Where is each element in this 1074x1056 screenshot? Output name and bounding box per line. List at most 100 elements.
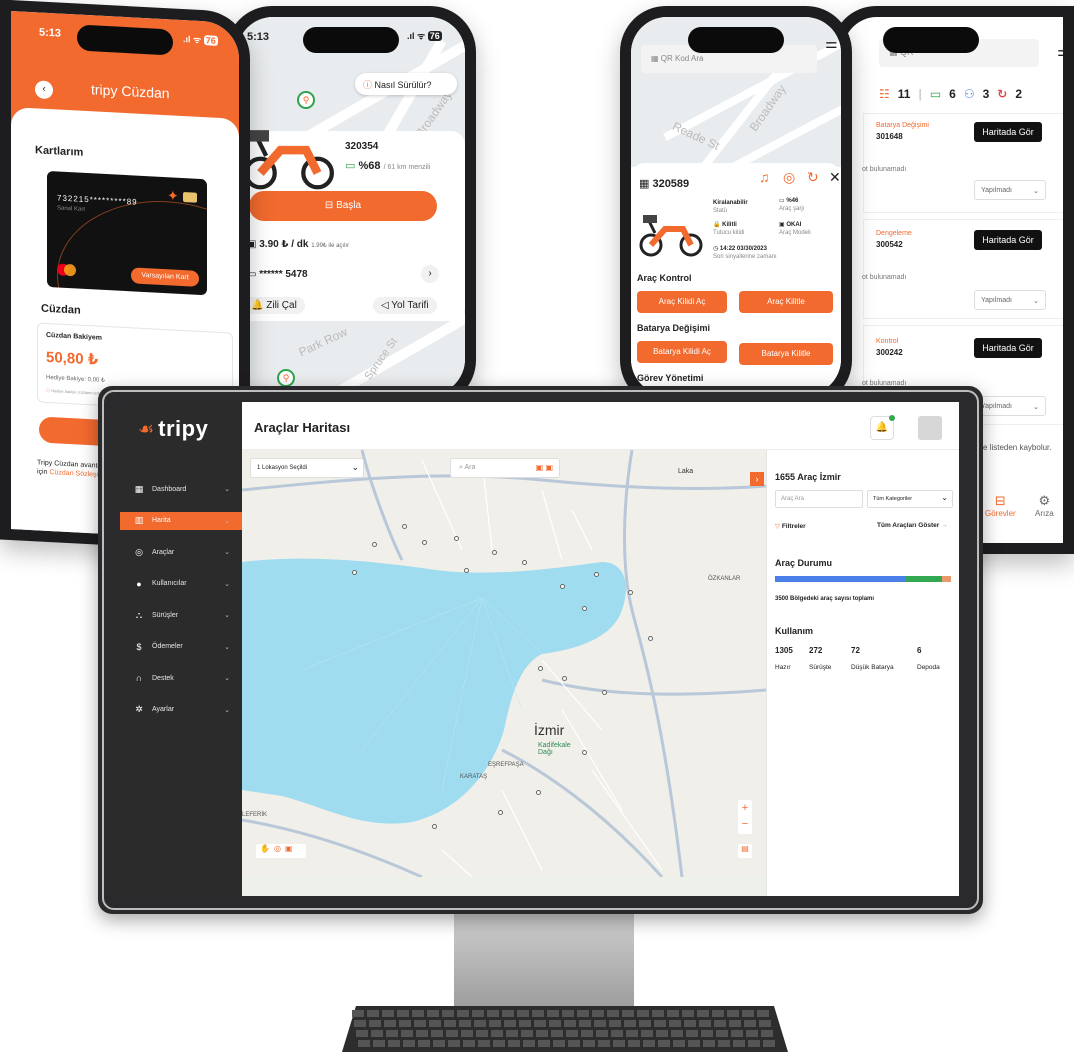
sidebar-item-sürüşler[interactable]: ⛬ Sürüşler ⌄ [120, 606, 242, 624]
vehicle-pin[interactable] [562, 676, 567, 681]
sidebar-item-destek[interactable]: ∩ Destek ⌄ [120, 669, 242, 687]
vehicle-pin[interactable] [464, 568, 469, 573]
keyboard-key [566, 1030, 578, 1037]
vehicle-pin[interactable] [582, 606, 587, 611]
tab-tasks[interactable]: ⊟ Görevler [985, 493, 1016, 518]
keyboard-key [519, 1020, 531, 1027]
map-search-input[interactable]: ⌕ Ara ▣ ▣ [450, 458, 560, 478]
keyboard-key [386, 1030, 398, 1037]
chevron-down-icon: ⌄ [224, 643, 230, 651]
task-status-select[interactable]: Yapılmadı ⌄ [974, 290, 1046, 310]
location-select[interactable]: 1 Lokasyon Seçildi ⌄ [250, 458, 364, 478]
keyboard-key [367, 1010, 379, 1017]
vehicle-pin[interactable] [538, 666, 543, 671]
close-icon[interactable]: ✕ [829, 169, 841, 186]
keyboard-key [549, 1020, 561, 1027]
vehicle-pin[interactable] [402, 524, 407, 529]
keyboard-key [508, 1040, 520, 1047]
task-status-select[interactable]: Yapılmadı ⌄ [974, 180, 1046, 200]
scooter-pin-icon: ⚲ [297, 91, 315, 109]
vehicle-pin[interactable] [536, 790, 541, 795]
keyboard-key [521, 1030, 533, 1037]
filter-icon: ▽ [775, 523, 780, 530]
chevron-down-icon: ⌄ [224, 486, 230, 493]
vehicle-pin[interactable] [454, 536, 459, 541]
keyboard-key [416, 1030, 428, 1037]
vehicle-pin[interactable] [352, 570, 357, 575]
keyboard-key [506, 1030, 518, 1037]
keyboard-key [412, 1010, 424, 1017]
lock-vehicle-button[interactable]: Araç Kilitle [739, 291, 833, 313]
refresh-icon[interactable]: ↻ [807, 169, 819, 186]
collapse-panel-button[interactable]: › [750, 472, 764, 486]
vehicle-pin[interactable] [492, 550, 497, 555]
task-status-select[interactable]: Yapılmadı ⌄ [974, 396, 1046, 416]
arrow-right-icon: → [941, 522, 948, 529]
bell-icon[interactable]: ♫ [759, 169, 770, 185]
keyboard-key [761, 1030, 773, 1037]
chevron-down-icon: ⌄ [224, 549, 230, 556]
keyboard-key [688, 1040, 700, 1047]
filters-button[interactable]: ▽ Filtreler [775, 522, 806, 530]
admin-app: ☙ tripy ▦ Dashboard ⌄ ▥ Harita ⌄ ◎ Araçlar ⌄ ● Kul… [120, 402, 959, 896]
keyboard-key [748, 1040, 760, 1047]
notification-button[interactable]: 🔔 [870, 415, 895, 440]
vehicle-pin[interactable] [594, 572, 599, 577]
task-card-1[interactable]: Batarya Değişimi 301648 Haritada Gör ot … [862, 113, 1063, 213]
filter-icon[interactable]: ⚌ [1057, 43, 1063, 60]
directions-button[interactable]: ◁ Yol Tarifi [373, 297, 437, 314]
keyboard-key [399, 1020, 411, 1027]
unlock-battery-button[interactable]: Batarya Kilidi Aç [637, 341, 727, 363]
map-layers-button[interactable]: ▤ [738, 844, 752, 858]
vehicle-pin[interactable] [432, 824, 437, 829]
back-button[interactable]: ‹ [35, 80, 53, 100]
keyboard-key [718, 1040, 730, 1047]
map-tools[interactable]: ✋◎▣ [256, 844, 306, 858]
keyboard-key [517, 1010, 529, 1017]
zoom-controls[interactable]: + − [738, 800, 752, 834]
keyboard-key [491, 1030, 503, 1037]
avatar[interactable] [918, 416, 942, 440]
payment-icon: $ [136, 641, 142, 652]
vehicle-pin[interactable] [498, 810, 503, 815]
brand-logo[interactable]: ☙ tripy [138, 416, 208, 442]
vehicle-map[interactable]: 1 Lokasyon Seçildi ⌄ ⌕ Ara ▣ ▣ › İzmir Kad… [242, 450, 766, 896]
sidebar-item-ayarlar[interactable]: ✲ Ayarlar ⌄ [120, 701, 242, 719]
tasks-icon: ⊟ [994, 493, 1006, 508]
keyboard-key [489, 1020, 501, 1027]
show-all-button[interactable]: Tüm Araçları Göster → [877, 522, 948, 529]
vehicle-pin[interactable] [560, 584, 565, 589]
category-select[interactable]: Tüm Kategoriler ⌄ [867, 490, 953, 508]
tab-fault[interactable]: ⚙ Arıza [1035, 493, 1054, 518]
show-on-map-button[interactable]: Haritada Gör [974, 338, 1042, 358]
vehicle-pin[interactable] [628, 590, 633, 595]
sidebar-item-ödemeler[interactable]: $ Ödemeler ⌄ [120, 638, 242, 656]
vehicle-pin[interactable] [372, 542, 377, 547]
vehicle-pin[interactable] [602, 690, 607, 695]
start-button[interactable]: ⊟ Başla [249, 191, 437, 221]
virtual-card[interactable]: 732215*********89 Sanal Kart ✦ Varsayıla… [47, 170, 207, 296]
vehicle-search-input[interactable]: Araç Ara [775, 490, 863, 508]
task-card-2[interactable]: Dengeleme 300542 Haritada Gör ot bulunam… [862, 219, 1063, 319]
vehicle-pin[interactable] [522, 560, 527, 565]
sidebar-item-araçlar[interactable]: ◎ Araçlar ⌄ [120, 543, 242, 561]
ring-bell-button[interactable]: 🔔 Zili Çal [243, 297, 305, 314]
vehicle-pin[interactable] [582, 750, 587, 755]
keyboard-key [699, 1020, 711, 1027]
show-on-map-button[interactable]: Haritada Gör [974, 122, 1042, 142]
sidebar-item-dashboard[interactable]: ▦ Dashboard ⌄ [120, 480, 242, 498]
chevron-right-icon[interactable]: › [421, 265, 439, 283]
location-icon[interactable]: ◎ [783, 169, 795, 186]
keyboard-key [581, 1030, 593, 1037]
unlock-vehicle-button[interactable]: Araç Kilidi Aç [637, 291, 727, 313]
vehicle-pin[interactable] [648, 636, 653, 641]
keyboard-key [712, 1010, 724, 1017]
how-to-ride-button[interactable]: ⓘ Nasıl Sürülür? [355, 73, 457, 95]
sidebar-item-harita[interactable]: ▥ Harita ⌄ [120, 511, 242, 530]
show-on-map-button[interactable]: Haritada Gör [974, 230, 1042, 250]
keyboard-key [731, 1030, 743, 1037]
vehicle-pin[interactable] [422, 540, 427, 545]
sidebar-item-kullanıcılar[interactable]: ● Kullanıcılar ⌄ [120, 575, 242, 593]
lock-battery-button[interactable]: Batarya Kilitle [739, 343, 833, 365]
filter-icon[interactable]: ⚌ [825, 35, 838, 52]
